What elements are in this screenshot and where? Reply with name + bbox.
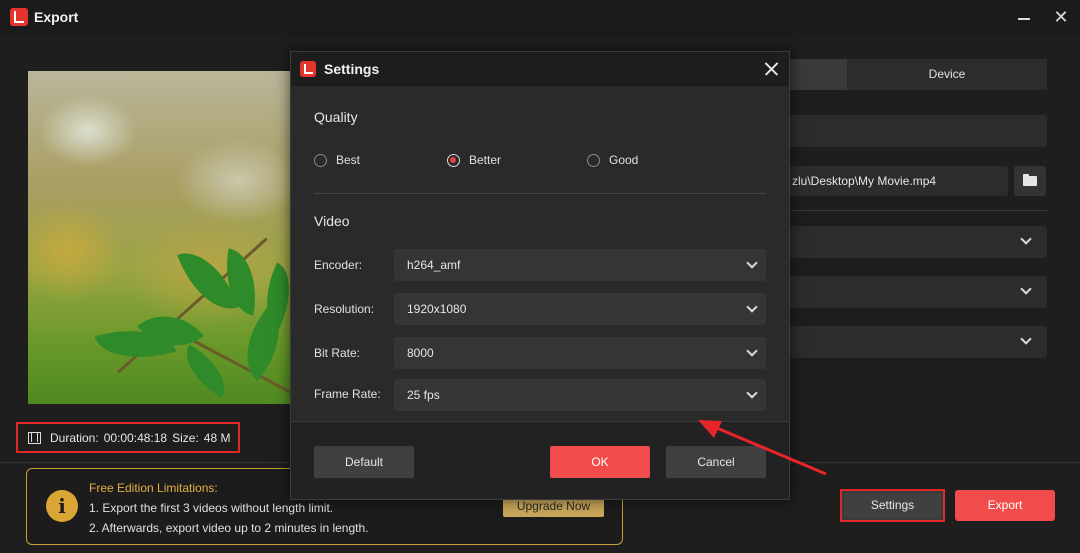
duration-size-info: Duration: 00:00:48:18 Size: 48 M [16,422,240,453]
encoder-label: Encoder: [314,258,363,272]
free-edition-line-1: 1. Export the first 3 videos without len… [89,501,334,515]
settings-dialog: Settings Quality Best Better Good Video … [290,51,790,500]
free-edition-line-2: 2. Afterwards, export video up to 2 minu… [89,521,369,535]
dialog-header: Settings [291,52,789,86]
divider [790,210,1047,211]
bitrate-select[interactable]: 8000 [394,337,766,369]
free-edition-title: Free Edition Limitations: [89,481,218,495]
app-logo-icon [300,61,316,77]
settings-button-label: Settings [844,493,941,518]
quality-select[interactable] [790,276,1047,308]
radio-best[interactable]: Best [314,153,360,167]
tab-pc[interactable] [790,59,847,90]
framerate-value: 25 fps [407,388,440,402]
chevron-down-icon [1020,233,1032,245]
tab-device[interactable]: Device [847,59,1047,90]
framerate-select[interactable]: 25 fps [394,379,766,411]
chevron-down-icon [746,301,758,313]
radio-button[interactable] [314,153,327,167]
resolution-select[interactable]: 1920x1080 [394,293,766,325]
title-bar: Export ✕ [0,0,1080,35]
resolution-value: 1920x1080 [407,302,467,316]
quality-title: Quality [314,109,358,125]
chevron-down-icon [1020,283,1032,295]
film-icon [28,431,41,444]
dialog-footer: Default OK Cancel [291,421,789,499]
divider [314,193,766,194]
info-icon: i [46,490,78,522]
dialog-title: Settings [324,61,380,77]
encoder-value: h264_amf [407,258,461,272]
resolution-label: Resolution: [314,302,375,316]
export-button[interactable]: Export [955,490,1055,521]
bitrate-label: Bit Rate: [314,346,361,360]
resolution-select[interactable] [790,326,1047,358]
chevron-down-icon [746,345,758,357]
radio-button[interactable] [587,153,600,167]
save-path-field[interactable]: zlu\Desktop\My Movie.mp4 [790,166,1008,196]
format-select[interactable] [790,226,1047,258]
app-logo-icon [10,8,28,26]
bitrate-value: 8000 [407,346,434,360]
size-label: Size: [172,430,199,445]
settings-button[interactable]: Settings [840,489,945,522]
chevron-down-icon [746,387,758,399]
chevron-down-icon [1020,333,1032,345]
duration-label: Duration: [50,430,99,445]
radio-button-selected[interactable] [447,153,460,167]
chevron-down-icon [746,257,758,269]
close-icon[interactable] [761,58,783,80]
size-value: 48 M [203,430,231,445]
framerate-label: Frame Rate: [314,387,381,401]
radio-label: Good [609,153,639,167]
radio-better[interactable]: Better [447,153,501,167]
file-name-field[interactable] [790,115,1047,147]
folder-icon[interactable] [1014,166,1046,196]
ok-button[interactable]: OK [550,446,650,478]
window-title: Export [34,9,79,25]
encoder-select[interactable]: h264_amf [394,249,766,281]
minimize-icon[interactable] [1012,6,1036,28]
duration-value: 00:00:48:18 [103,430,168,445]
radio-label: Better [469,153,502,167]
radio-good[interactable]: Good [587,153,638,167]
video-title: Video [314,213,350,229]
close-icon[interactable]: ✕ [1049,6,1073,28]
cancel-button[interactable]: Cancel [666,446,766,478]
radio-label: Best [336,153,361,167]
default-button[interactable]: Default [314,446,414,478]
leaf-shape [174,344,237,398]
video-preview [28,71,290,404]
